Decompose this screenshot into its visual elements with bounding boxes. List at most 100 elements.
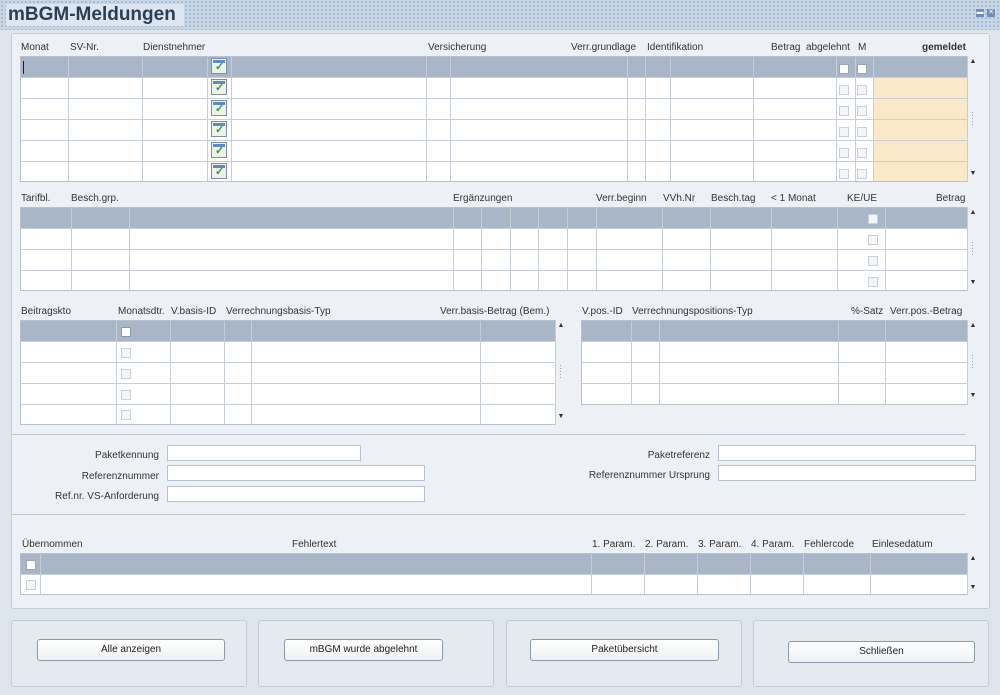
scroll-up-icon[interactable]: ▲ [969, 555, 977, 563]
refnr-vs-anforderung-label: Ref.nr. VS-Anforderung [55, 491, 159, 502]
table-row[interactable] [21, 405, 555, 424]
table-row[interactable] [582, 342, 967, 363]
col-identifikation: Identifikation [647, 42, 704, 53]
scroll-up-icon[interactable]: ▲ [969, 58, 977, 66]
col-verrechnungsbasis-typ: Verrechnungsbasis-Typ [226, 306, 331, 317]
scroll-up-icon[interactable]: ▲ [969, 322, 977, 330]
mbgm-abgelehnt-button[interactable]: mBGM wurde abgelehnt [284, 639, 443, 661]
table-row[interactable] [21, 162, 967, 181]
scroll-down-icon[interactable]: ▼ [557, 413, 565, 421]
tarif-table[interactable] [20, 207, 968, 291]
document-check-icon[interactable]: ✓ [211, 100, 227, 116]
scroll-down-icon[interactable]: ▼ [969, 170, 977, 178]
col-v-basis-id: V.basis-ID [171, 306, 217, 317]
ke-ue-checkbox[interactable] [868, 235, 878, 245]
m-checkbox[interactable] [857, 148, 867, 158]
scroll-up-icon[interactable]: ▲ [557, 322, 565, 330]
monatsdtr-checkbox[interactable] [121, 369, 131, 379]
m-checkbox[interactable] [857, 85, 867, 95]
col-divider [251, 321, 252, 424]
refnr-vs-anforderung-input[interactable] [167, 486, 425, 502]
m-checkbox[interactable] [857, 106, 867, 116]
abgelehnt-checkbox[interactable] [839, 106, 849, 116]
document-check-icon[interactable]: ✓ [211, 163, 227, 179]
table-row[interactable] [21, 342, 555, 363]
beitrag-scrollbar[interactable]: ▲ ▼ [555, 320, 566, 425]
col-divider [870, 554, 871, 594]
meldungen-table[interactable] [20, 56, 968, 182]
col-divider [142, 57, 143, 181]
table-row-selected[interactable] [21, 321, 555, 342]
table-row[interactable] [21, 141, 967, 162]
paketuebersicht-button[interactable]: Paketübersicht [530, 639, 719, 661]
monatsdtr-checkbox[interactable] [121, 410, 131, 420]
table-row[interactable] [21, 575, 967, 594]
close-icon[interactable]: ✕ [987, 9, 995, 17]
table-row[interactable] [21, 363, 555, 384]
uebernommen-checkbox[interactable] [26, 560, 36, 570]
paketreferenz-input[interactable] [718, 445, 976, 461]
referenznummer-ursprung-input[interactable] [718, 465, 976, 481]
document-check-icon[interactable]: ✓ [211, 58, 227, 74]
scroll-grip-icon[interactable] [971, 111, 974, 127]
fehler-table[interactable] [20, 553, 968, 595]
table-row[interactable] [582, 363, 967, 384]
table-row[interactable] [21, 78, 967, 99]
table-row-selected[interactable] [21, 554, 967, 575]
col-verrechnungspositions-typ: Verrechnungspositions-Typ [632, 306, 753, 317]
beitrag-table[interactable] [20, 320, 556, 425]
table-row[interactable] [582, 384, 967, 404]
document-check-icon[interactable]: ✓ [211, 79, 227, 95]
scroll-up-icon[interactable]: ▲ [969, 209, 977, 217]
col-vvh-nr: VVh.Nr [663, 193, 696, 204]
abgelehnt-checkbox[interactable] [839, 127, 849, 137]
scroll-grip-icon[interactable] [559, 364, 562, 380]
table-row[interactable] [21, 384, 555, 405]
schliessen-button[interactable]: Schließen [788, 641, 975, 663]
document-check-icon[interactable]: ✓ [211, 121, 227, 137]
fehler-scrollbar[interactable]: ▲ ▼ [967, 553, 978, 595]
abgelehnt-checkbox[interactable] [839, 169, 849, 179]
abgelehnt-checkbox[interactable] [839, 85, 849, 95]
meldungen-scrollbar[interactable]: ▲ ▼ [967, 56, 978, 182]
table-row-selected[interactable] [21, 208, 967, 229]
abgelehnt-checkbox[interactable] [839, 148, 849, 158]
text-cursor [23, 61, 24, 74]
m-checkbox[interactable] [857, 64, 867, 74]
ke-ue-checkbox[interactable] [868, 277, 878, 287]
ke-ue-checkbox[interactable] [868, 256, 878, 266]
verrpos-table[interactable] [581, 320, 968, 405]
monatsdtr-checkbox[interactable] [121, 348, 131, 358]
col-divider [567, 208, 568, 290]
paketkennung-input[interactable] [167, 445, 361, 461]
table-row-selected[interactable] [582, 321, 967, 342]
scroll-grip-icon[interactable] [971, 241, 974, 257]
monatsdtr-checkbox[interactable] [121, 390, 131, 400]
scroll-down-icon[interactable]: ▼ [969, 584, 977, 592]
table-row[interactable] [21, 120, 967, 141]
alle-anzeigen-button[interactable]: Alle anzeigen [37, 639, 225, 661]
col-divider [480, 321, 481, 424]
ke-ue-checkbox[interactable] [868, 214, 878, 224]
m-checkbox[interactable] [857, 127, 867, 137]
col-divider [885, 208, 886, 290]
table-row-selected[interactable] [21, 57, 967, 78]
table-row[interactable] [21, 99, 967, 120]
tarif-scrollbar[interactable]: ▲ ▼ [967, 207, 978, 291]
col-abgelehnt: abgelehnt [806, 42, 850, 53]
window-title: mBGM-Meldungen [6, 4, 184, 26]
table-row[interactable] [21, 271, 967, 290]
uebernommen-checkbox[interactable] [26, 580, 36, 590]
minimize-icon[interactable]: ▬ [976, 9, 984, 17]
monatsdtr-checkbox[interactable] [121, 327, 131, 337]
abgelehnt-checkbox[interactable] [839, 64, 849, 74]
scroll-down-icon[interactable]: ▼ [969, 392, 977, 400]
m-checkbox[interactable] [857, 169, 867, 179]
scroll-grip-icon[interactable] [971, 354, 974, 370]
verrpos-scrollbar[interactable]: ▲ ▼ [967, 320, 978, 405]
scroll-down-icon[interactable]: ▼ [969, 279, 977, 287]
table-row[interactable] [21, 229, 967, 250]
referenznummer-input[interactable] [167, 465, 425, 481]
document-check-icon[interactable]: ✓ [211, 142, 227, 158]
table-row[interactable] [21, 250, 967, 271]
